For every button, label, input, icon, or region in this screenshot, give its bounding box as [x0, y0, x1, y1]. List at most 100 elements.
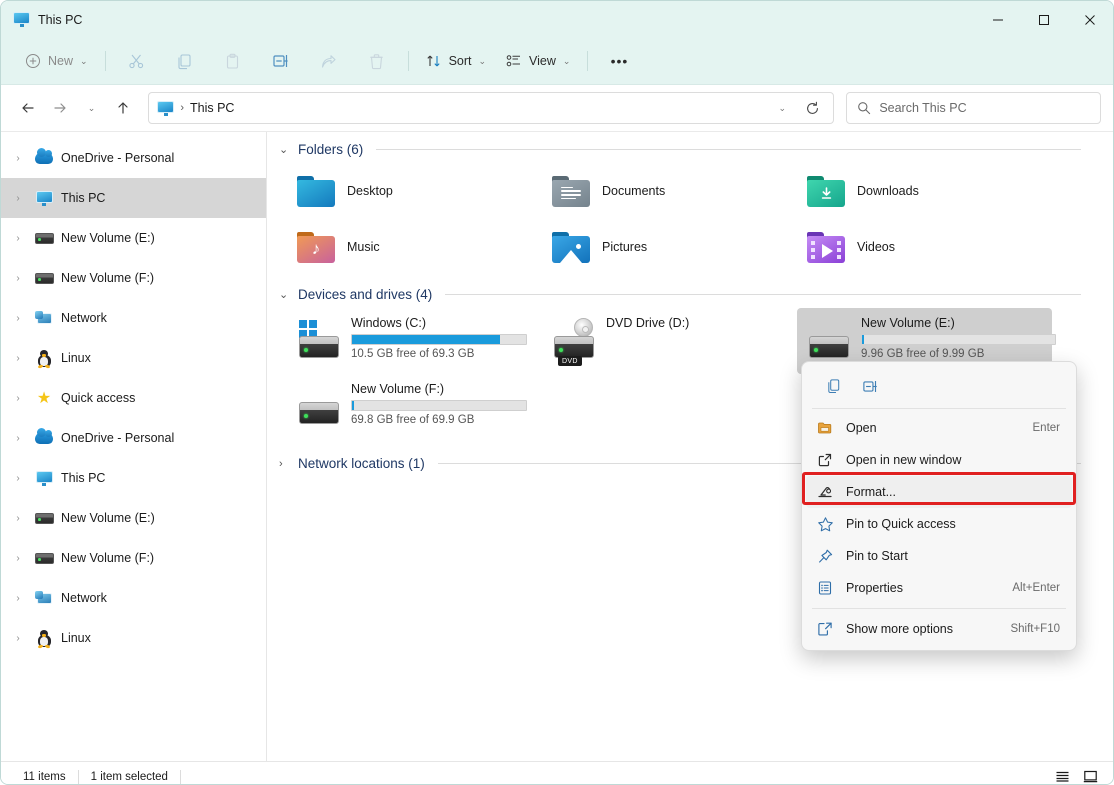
- search-box[interactable]: Search This PC: [846, 92, 1101, 124]
- title-bar: This PC: [1, 1, 1113, 38]
- context-menu-item-pin-to-quick-access[interactable]: Pin to Quick access: [806, 508, 1072, 540]
- folder-tile-music[interactable]: ♪ Music: [287, 219, 542, 275]
- chevron-right-icon[interactable]: ›: [9, 193, 27, 204]
- sort-arrows-icon: [426, 53, 442, 69]
- delete-button[interactable]: [357, 45, 397, 77]
- sidebar-item-network-1[interactable]: › Network: [1, 298, 266, 338]
- details-view-icon[interactable]: [1049, 766, 1075, 785]
- refresh-button[interactable]: [797, 93, 827, 123]
- breadcrumb-item-this-pc[interactable]: This PC: [190, 101, 234, 115]
- rename-button[interactable]: [261, 45, 301, 77]
- trash-icon: [368, 53, 385, 70]
- chevron-right-icon[interactable]: ›: [279, 458, 291, 470]
- sidebar-item-this-pc-1[interactable]: › This PC: [1, 178, 266, 218]
- item-count: 11 items: [11, 771, 78, 783]
- view-button[interactable]: View ⌄: [496, 45, 580, 77]
- drive-usage-bar: [351, 400, 527, 411]
- cloud-icon: [34, 149, 54, 167]
- sidebar-item-onedrive-personal-1[interactable]: › OneDrive - Personal: [1, 138, 266, 178]
- sidebar-item-new-volume-e-1[interactable]: › New Volume (E:): [1, 218, 266, 258]
- group-divider: [445, 294, 1081, 295]
- sidebar-item-label: New Volume (F:): [61, 551, 154, 565]
- folder-label: Downloads: [857, 184, 919, 198]
- sidebar-item-this-pc-2[interactable]: › This PC: [1, 458, 266, 498]
- back-button[interactable]: [13, 93, 43, 123]
- forward-button[interactable]: [45, 93, 75, 123]
- monitor-icon: [34, 189, 54, 207]
- drive-tile-new-volume-f[interactable]: New Volume (F:) 69.8 GB free of 69.9 GB: [287, 374, 542, 440]
- group-divider: [376, 149, 1081, 150]
- network-icon: [34, 589, 54, 607]
- context-menu-item-pin-to-start[interactable]: Pin to Start: [806, 540, 1072, 572]
- paste-button[interactable]: [213, 45, 253, 77]
- chevron-down-icon[interactable]: ⌄: [279, 288, 291, 301]
- maximize-button[interactable]: [1021, 1, 1067, 38]
- context-menu-item-format[interactable]: Format...: [806, 476, 1072, 508]
- context-menu-item-open[interactable]: Open Enter: [806, 412, 1072, 444]
- rename-icon[interactable]: [854, 371, 886, 401]
- chevron-right-icon[interactable]: ›: [9, 313, 27, 324]
- chevron-down-icon[interactable]: ⌄: [279, 143, 291, 156]
- folder-tile-desktop[interactable]: Desktop: [287, 163, 542, 219]
- breadcrumb-bar[interactable]: › This PC ⌄: [148, 92, 834, 124]
- chevron-right-icon[interactable]: ›: [9, 633, 27, 644]
- sidebar-item-new-volume-f-1[interactable]: › New Volume (F:): [1, 258, 266, 298]
- sidebar-item-onedrive-personal-2[interactable]: › OneDrive - Personal: [1, 418, 266, 458]
- folder-downloads-icon: [807, 176, 845, 207]
- folder-tile-pictures[interactable]: Pictures: [542, 219, 797, 275]
- chevron-right-icon[interactable]: ›: [9, 553, 27, 564]
- drive-tile-windows-c[interactable]: Windows (C:) 10.5 GB free of 69.3 GB: [287, 308, 542, 374]
- sidebar-item-quick-access[interactable]: › ★ Quick access: [1, 378, 266, 418]
- context-menu-item-show-more-options[interactable]: Show more options Shift+F10: [806, 613, 1072, 645]
- close-button[interactable]: [1067, 1, 1113, 38]
- windows-drive-icon: [297, 320, 341, 362]
- sidebar-item-new-volume-f-2[interactable]: › New Volume (F:): [1, 538, 266, 578]
- recent-locations-button[interactable]: ⌄: [77, 93, 107, 123]
- copy-icon[interactable]: [818, 371, 850, 401]
- drive-tile-dvd-d[interactable]: DVD DVD Drive (D:): [542, 308, 797, 374]
- drives-group-label: Devices and drives (4): [298, 287, 432, 302]
- chevron-right-icon[interactable]: ›: [9, 433, 27, 444]
- chevron-right-icon[interactable]: ›: [9, 153, 27, 164]
- copy-icon: [176, 53, 193, 70]
- folder-tile-videos[interactable]: Videos: [797, 219, 1052, 275]
- context-menu-item-label: Properties: [846, 581, 1000, 595]
- chevron-right-icon[interactable]: ›: [9, 353, 27, 364]
- folder-tile-documents[interactable]: Documents: [542, 163, 797, 219]
- breadcrumb-dropdown-button[interactable]: ⌄: [767, 93, 797, 123]
- star-outline-icon: [816, 515, 834, 533]
- sidebar-item-linux-2[interactable]: › Linux: [1, 618, 266, 658]
- sidebar-item-label: Network: [61, 591, 107, 605]
- drive-icon: [34, 229, 54, 247]
- folder-tile-downloads[interactable]: Downloads: [797, 163, 1052, 219]
- chevron-right-icon[interactable]: ›: [9, 473, 27, 484]
- more-options-button[interactable]: •••: [599, 45, 639, 77]
- chevron-right-icon[interactable]: ›: [9, 393, 27, 404]
- cut-button[interactable]: [117, 45, 157, 77]
- folder-documents-icon: [552, 176, 590, 207]
- sidebar-item-label: Linux: [61, 351, 91, 365]
- dvd-drive-icon: DVD: [552, 320, 596, 362]
- folders-group-header[interactable]: ⌄ Folders (6): [271, 136, 1113, 163]
- sidebar-item-network-2[interactable]: › Network: [1, 578, 266, 618]
- large-icons-view-icon[interactable]: [1077, 766, 1103, 785]
- file-explorer-window: This PC New ⌄: [0, 0, 1114, 785]
- drives-group-header[interactable]: ⌄ Devices and drives (4): [271, 281, 1113, 308]
- minimize-button[interactable]: [975, 1, 1021, 38]
- copy-button[interactable]: [165, 45, 205, 77]
- sort-button[interactable]: Sort ⌄: [416, 45, 496, 77]
- toolbar-divider-1: [105, 51, 106, 71]
- chevron-right-icon[interactable]: ›: [9, 273, 27, 284]
- up-button[interactable]: [108, 93, 138, 123]
- chevron-right-icon[interactable]: ›: [9, 593, 27, 604]
- chevron-right-icon[interactable]: ›: [9, 513, 27, 524]
- new-button[interactable]: New ⌄: [15, 45, 98, 77]
- share-button[interactable]: [309, 45, 349, 77]
- folder-label: Videos: [857, 240, 895, 254]
- context-menu-item-open-in-new-window[interactable]: Open in new window: [806, 444, 1072, 476]
- sidebar-item-linux-1[interactable]: › Linux: [1, 338, 266, 378]
- drive-usage-bar: [861, 334, 1056, 345]
- chevron-right-icon[interactable]: ›: [9, 233, 27, 244]
- sidebar-item-new-volume-e-2[interactable]: › New Volume (E:): [1, 498, 266, 538]
- context-menu-item-properties[interactable]: Properties Alt+Enter: [806, 572, 1072, 604]
